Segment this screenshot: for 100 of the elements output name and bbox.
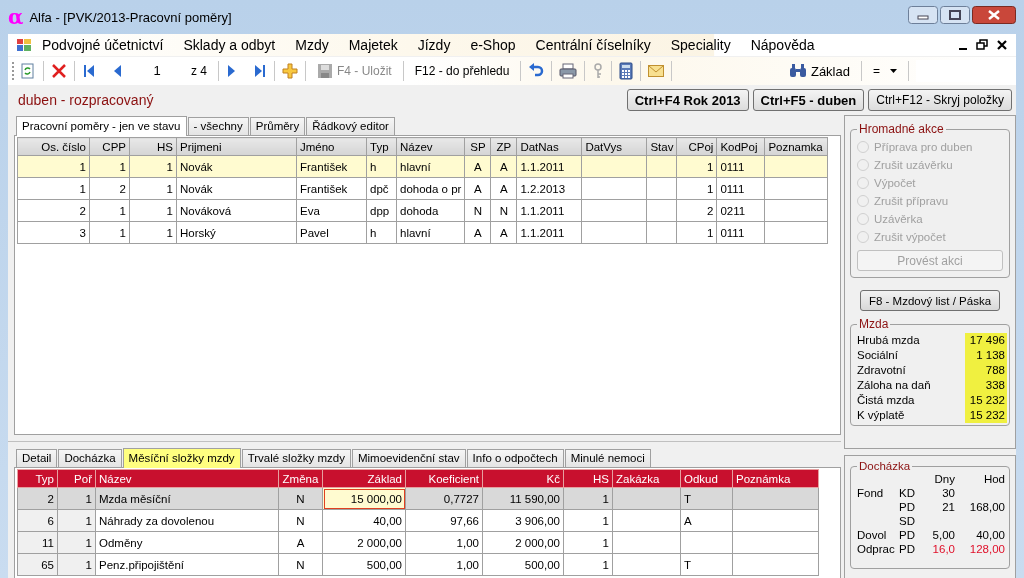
column-header[interactable]: HS (563, 469, 613, 488)
table-row[interactable]: 6 1 Náhrady za dovolenou N 40,00 97,66 3 906,00 1 A (17, 509, 819, 532)
table-cell: A (474, 182, 482, 195)
shortcut-button[interactable]: Ctrl+F4 Rok 2013 (626, 89, 749, 111)
wage-value: 1 138 (965, 348, 1007, 363)
close-icon[interactable] (996, 39, 1008, 51)
delete-icon[interactable] (51, 63, 67, 79)
tab[interactable]: Pracovní poměry - jen ve stavu (16, 116, 187, 136)
column-header[interactable]: Prijmeni (176, 137, 297, 156)
table-cell: 65 (41, 558, 54, 571)
column-header[interactable]: CPoj (676, 137, 717, 156)
column-header[interactable]: Typ (17, 469, 58, 488)
payslip-button[interactable]: F8 - Mzdový list / Páska (860, 290, 1000, 311)
calculator-icon[interactable] (619, 62, 634, 80)
add-icon[interactable] (282, 63, 298, 79)
column-header[interactable]: Poznamka (764, 137, 828, 156)
table-row[interactable]: 3 1 1 Horský Pavel h hlavní A A 1.1.2011 1 0111 (17, 221, 828, 244)
save-button[interactable]: F4 - Uložit (317, 63, 392, 79)
column-header[interactable]: CPP (89, 137, 130, 156)
table-row[interactable]: 1 2 1 Novák František dpč dohoda o pr A A 1.2.2013 1 0111 (17, 177, 828, 200)
binoculars-icon[interactable] (788, 63, 807, 79)
envelope-icon[interactable] (648, 65, 665, 77)
table-cell: N (296, 492, 305, 505)
tab[interactable]: Docházka (58, 449, 122, 467)
table-cell: N (296, 558, 305, 571)
column-header[interactable]: Kč (482, 469, 564, 488)
tab[interactable]: Měsíční složky mzdy (122, 448, 241, 468)
group-title: Docházka (858, 460, 912, 472)
column-header[interactable]: Odkud (680, 469, 733, 488)
menu-item[interactable]: Jízdy (407, 37, 461, 53)
tab[interactable]: Průměry (249, 117, 306, 135)
tab[interactable]: Minulé nemoci (564, 449, 651, 467)
column-header[interactable]: Název (95, 469, 279, 488)
column-header[interactable]: Typ (366, 137, 397, 156)
column-header[interactable]: Jméno (296, 137, 367, 156)
maximize-button[interactable] (940, 6, 970, 24)
restore-icon[interactable] (976, 39, 988, 51)
refresh-icon[interactable] (20, 63, 36, 79)
first-record-icon[interactable] (82, 63, 96, 79)
column-header[interactable]: Poř (57, 469, 96, 488)
table-cell: 1 (119, 160, 126, 173)
printer-icon[interactable] (559, 63, 578, 79)
column-header[interactable]: KodPoj (716, 137, 765, 156)
operator-dropdown[interactable]: = (869, 64, 901, 78)
table-cell: 11 590,00 (509, 492, 560, 505)
menu-item[interactable]: Mzdy (285, 37, 339, 53)
undo-icon[interactable] (528, 63, 545, 79)
column-header[interactable]: DatVys (581, 137, 647, 156)
menu-item[interactable]: Centrální číselníky (525, 37, 661, 53)
tab[interactable]: Detail (16, 449, 58, 467)
menu-item[interactable]: Speciality (660, 37, 741, 53)
menu-item[interactable]: Sklady a odbyt (173, 37, 286, 53)
table-cell: 2 (47, 492, 54, 505)
shortcut-button[interactable]: Ctrl+F5 - duben (752, 89, 865, 111)
column-header[interactable]: Stav (646, 137, 677, 156)
last-record-icon[interactable] (253, 63, 267, 79)
table-cell: Náhrady za dovolenou (99, 514, 215, 527)
tab[interactable]: Mimoevidenční stav (351, 449, 466, 467)
column-header[interactable]: Změna (278, 469, 323, 488)
filter-label: Základ (810, 63, 850, 79)
table-row[interactable]: 1 1 1 Novák František h hlavní A A 1.1.2011 1 0111 (17, 155, 828, 178)
close-button[interactable] (972, 6, 1016, 24)
shortcut-button[interactable]: Ctrl+F12 - Skryj položky (868, 89, 1012, 111)
radio-label: Zrušit výpočet (874, 231, 946, 243)
menu-item[interactable]: Podvojné účetnictví (32, 37, 174, 53)
column-header[interactable]: HS (129, 137, 177, 156)
column-header[interactable]: Poznámka (732, 469, 819, 488)
table-cell: N (499, 204, 509, 217)
table-row[interactable]: 11 1 Odměny A 2 000,00 1,00 2 000,00 1 (17, 531, 819, 554)
table-row[interactable]: 2 1 Mzda měsíční N 15 000,00 0,7727 11 590,00 1 T (17, 487, 819, 510)
minimize-button[interactable] (908, 6, 938, 24)
table-cell: N (473, 204, 483, 217)
tab[interactable]: Řádkový editor (306, 117, 395, 135)
record-count: z 4 (191, 64, 207, 78)
table-cell: 97,66 (450, 514, 479, 527)
column-header[interactable]: Zakázka (612, 469, 681, 488)
table-cell: A (296, 536, 305, 549)
column-header[interactable]: DatNas (516, 137, 582, 156)
tab[interactable]: Info o odpočtech (466, 449, 564, 467)
tab[interactable]: - všechny (187, 117, 249, 135)
tab[interactable]: Trvalé složky mzdy (241, 449, 351, 467)
group-title: Mzda (858, 317, 890, 331)
column-header[interactable]: Název (396, 137, 465, 156)
table-row[interactable]: 65 1 Penz.připojištění N 500,00 1,00 500,00 1 T (17, 553, 819, 576)
table-cell: 1 (602, 536, 609, 549)
column-header[interactable]: SP (464, 137, 491, 156)
menu-item[interactable]: Majetek (338, 37, 408, 53)
column-header[interactable]: Os. číslo (17, 137, 90, 156)
menu-item[interactable]: Nápověda (740, 37, 825, 53)
overview-button[interactable]: F12 - do přehledu (414, 64, 510, 78)
column-header[interactable]: ZP (490, 137, 517, 156)
table-row[interactable]: 2 1 1 Nováková Eva dpp dohoda N N 1.1.2011 2 0211 (17, 199, 828, 222)
group-title: Hromadné akce (858, 122, 945, 136)
column-header[interactable]: Základ (322, 469, 406, 488)
table-cell: 0211 (720, 204, 746, 217)
radio-label: Příprava pro duben (874, 141, 973, 153)
menu-item[interactable]: e-Shop (460, 37, 526, 53)
column-header[interactable]: Koeficient (405, 469, 483, 488)
table-cell: dpč (370, 182, 389, 195)
wage-value: 15 232 (965, 393, 1007, 408)
